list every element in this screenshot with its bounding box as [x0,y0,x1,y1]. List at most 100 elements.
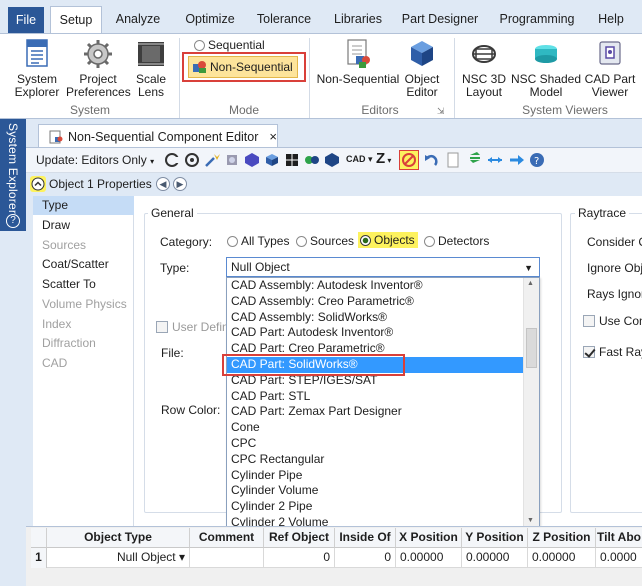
cad-dropdown[interactable]: CAD ▾ [346,154,373,165]
menu-tab-help[interactable]: Help [590,8,632,33]
table-grid-icon[interactable] [284,152,300,168]
user-defined-checkbox[interactable] [156,321,168,333]
sequential-mode-option[interactable]: Sequential [194,38,265,52]
object-editor-button[interactable]: Object Editor [400,38,444,99]
non-sequential-editor-button[interactable]: Non-Sequential [314,38,402,86]
collapse-properties-button[interactable] [30,176,46,192]
move-left-right-icon[interactable] [487,152,503,168]
cell-y-position[interactable]: 0.00000 [462,548,528,568]
menu-tab-analyze[interactable]: Analyze [108,8,168,33]
refresh-all-icon[interactable] [184,152,200,168]
project-preferences-button[interactable]: Project Preferences [66,38,131,99]
cell-x-position[interactable]: 0.00000 [396,548,462,568]
object-solid-icon[interactable] [264,152,280,168]
wizard-icon[interactable] [204,152,220,168]
swap-icon[interactable] [467,152,483,168]
menu-tab-programming[interactable]: Programming [494,8,580,33]
nsc-3d-layout-button[interactable]: NSC 3D Layout [460,38,508,99]
properties-item-type[interactable]: Type [33,196,134,215]
dropdown-item[interactable]: CAD Assembly: Creo Parametric® [227,294,524,310]
fast-ray-checkbox[interactable] [583,346,595,358]
category-objects[interactable]: Objects [358,232,418,248]
hexagon-icon[interactable] [324,152,340,168]
column-header-object-type[interactable]: Object Type [47,528,190,548]
cell-tilt[interactable]: 0.0000 [596,548,642,568]
group-icon[interactable] [304,152,320,168]
tab-non-sequential-editor[interactable]: Non-Sequential Component Editor × [38,124,278,148]
type-select[interactable]: Null Object ▼ [226,257,540,277]
dropdown-item[interactable]: CAD Assembly: SolidWorks® [227,310,524,326]
use-con-checkbox[interactable] [583,315,595,327]
objects-radio[interactable] [360,234,371,246]
fast-ray-checkbox-row[interactable]: Fast Ray [583,345,642,359]
menu-tab-optimize[interactable]: Optimize [178,8,242,33]
category-detectors[interactable]: Detectors [424,234,489,248]
type-dropdown-list[interactable]: CAD Assembly: Autodesk Inventor® CAD Asse… [226,277,540,527]
use-con-checkbox-row[interactable]: Use Con [583,314,642,328]
cell-comment[interactable] [190,548,264,568]
column-header-z-position[interactable]: Z Position [528,528,596,548]
object-tool-icon[interactable] [224,152,240,168]
menu-tab-tolerance[interactable]: Tolerance [252,8,316,33]
column-header-y-position[interactable]: Y Position [462,528,528,548]
sources-radio[interactable] [296,235,307,247]
dropdown-scrollbar-thumb[interactable] [526,328,537,368]
nsc-shaded-model-button[interactable]: NSC Shaded Model [510,38,582,99]
menu-tab-setup[interactable]: Setup [50,6,102,34]
column-header-comment[interactable]: Comment [190,528,264,548]
help-icon[interactable]: ? [529,152,545,168]
dropdown-item[interactable]: CAD Part: STL [227,389,524,405]
menu-tab-file[interactable]: File [8,7,44,33]
previous-object-icon[interactable]: ◀ [156,177,170,191]
category-sources[interactable]: Sources [296,234,354,248]
column-header-ref-object[interactable]: Ref Object [264,528,335,548]
user-defined-checkbox-row[interactable]: User Defin [156,320,229,334]
detectors-radio[interactable] [424,235,435,247]
properties-item-scatter-to[interactable]: Scatter To [33,275,134,294]
menu-tab-part-designer[interactable]: Part Designer [398,8,482,33]
non-sequential-editor-label: Non-Sequential [316,72,400,86]
scroll-down-icon[interactable]: ▼ [527,517,534,524]
no-entry-icon[interactable] [401,152,417,168]
dropdown-item[interactable]: Cylinder 2 Pipe [227,499,524,515]
column-header-tilt[interactable]: Tilt Abo [596,528,642,548]
dropdown-item[interactable]: CAD Assembly: Autodesk Inventor® [227,278,524,294]
update-mode-dropdown[interactable]: Update: Editors Only ▾ [36,153,154,167]
all-types-radio[interactable] [227,235,238,247]
object-color-icon[interactable] [244,152,260,168]
arrow-right-icon[interactable] [509,152,525,168]
undo-icon[interactable] [423,152,439,168]
dropdown-item[interactable]: CAD Part: Autodesk Inventor® [227,325,524,341]
dropdown-scrollbar[interactable]: ▲ ▼ [523,278,539,526]
properties-item-draw[interactable]: Draw [33,216,134,235]
sequential-radio[interactable] [194,39,205,51]
properties-item-coat-scatter[interactable]: Coat/Scatter [33,255,134,274]
system-explorer-button[interactable]: System Explorer [10,38,64,99]
column-header-x-position[interactable]: X Position [396,528,462,548]
scale-lens-button[interactable]: Scale Lens [132,38,170,99]
scroll-up-icon[interactable]: ▲ [527,280,534,287]
cell-ref-object[interactable]: 0 [264,548,335,568]
column-header-inside-of[interactable]: Inside Of [335,528,396,548]
cad-part-viewer-button[interactable]: CAD Part Viewer [584,38,636,99]
dropdown-item[interactable]: CAD Part: Zemax Part Designer [227,404,524,420]
row-number[interactable]: 1 [31,548,47,568]
z-dropdown[interactable]: Z ▾ [376,150,391,167]
system-explorer-strip[interactable]: System Explorer ? [0,119,26,231]
dropdown-item[interactable]: Cylinder Pipe [227,468,524,484]
dropdown-item[interactable]: Cone [227,420,524,436]
dialog-launcher-icon[interactable]: ⇲ [437,106,445,117]
cell-z-position[interactable]: 0.00000 [528,548,596,568]
next-object-icon[interactable]: ▶ [173,177,187,191]
cell-object-type[interactable]: Null Object ▾ [47,548,190,568]
dropdown-item[interactable]: CPC [227,436,524,452]
cell-inside-of[interactable]: 0 [335,548,396,568]
refresh-c-icon[interactable] [164,152,180,168]
help-icon[interactable]: ? [6,214,20,228]
blank-page-icon[interactable] [445,152,461,168]
menu-tab-libraries[interactable]: Libraries [328,8,388,33]
dropdown-item[interactable]: Cylinder Volume [227,483,524,499]
category-all-types[interactable]: All Types [227,234,289,248]
close-icon[interactable]: × [269,129,277,144]
dropdown-item[interactable]: CPC Rectangular [227,452,524,468]
